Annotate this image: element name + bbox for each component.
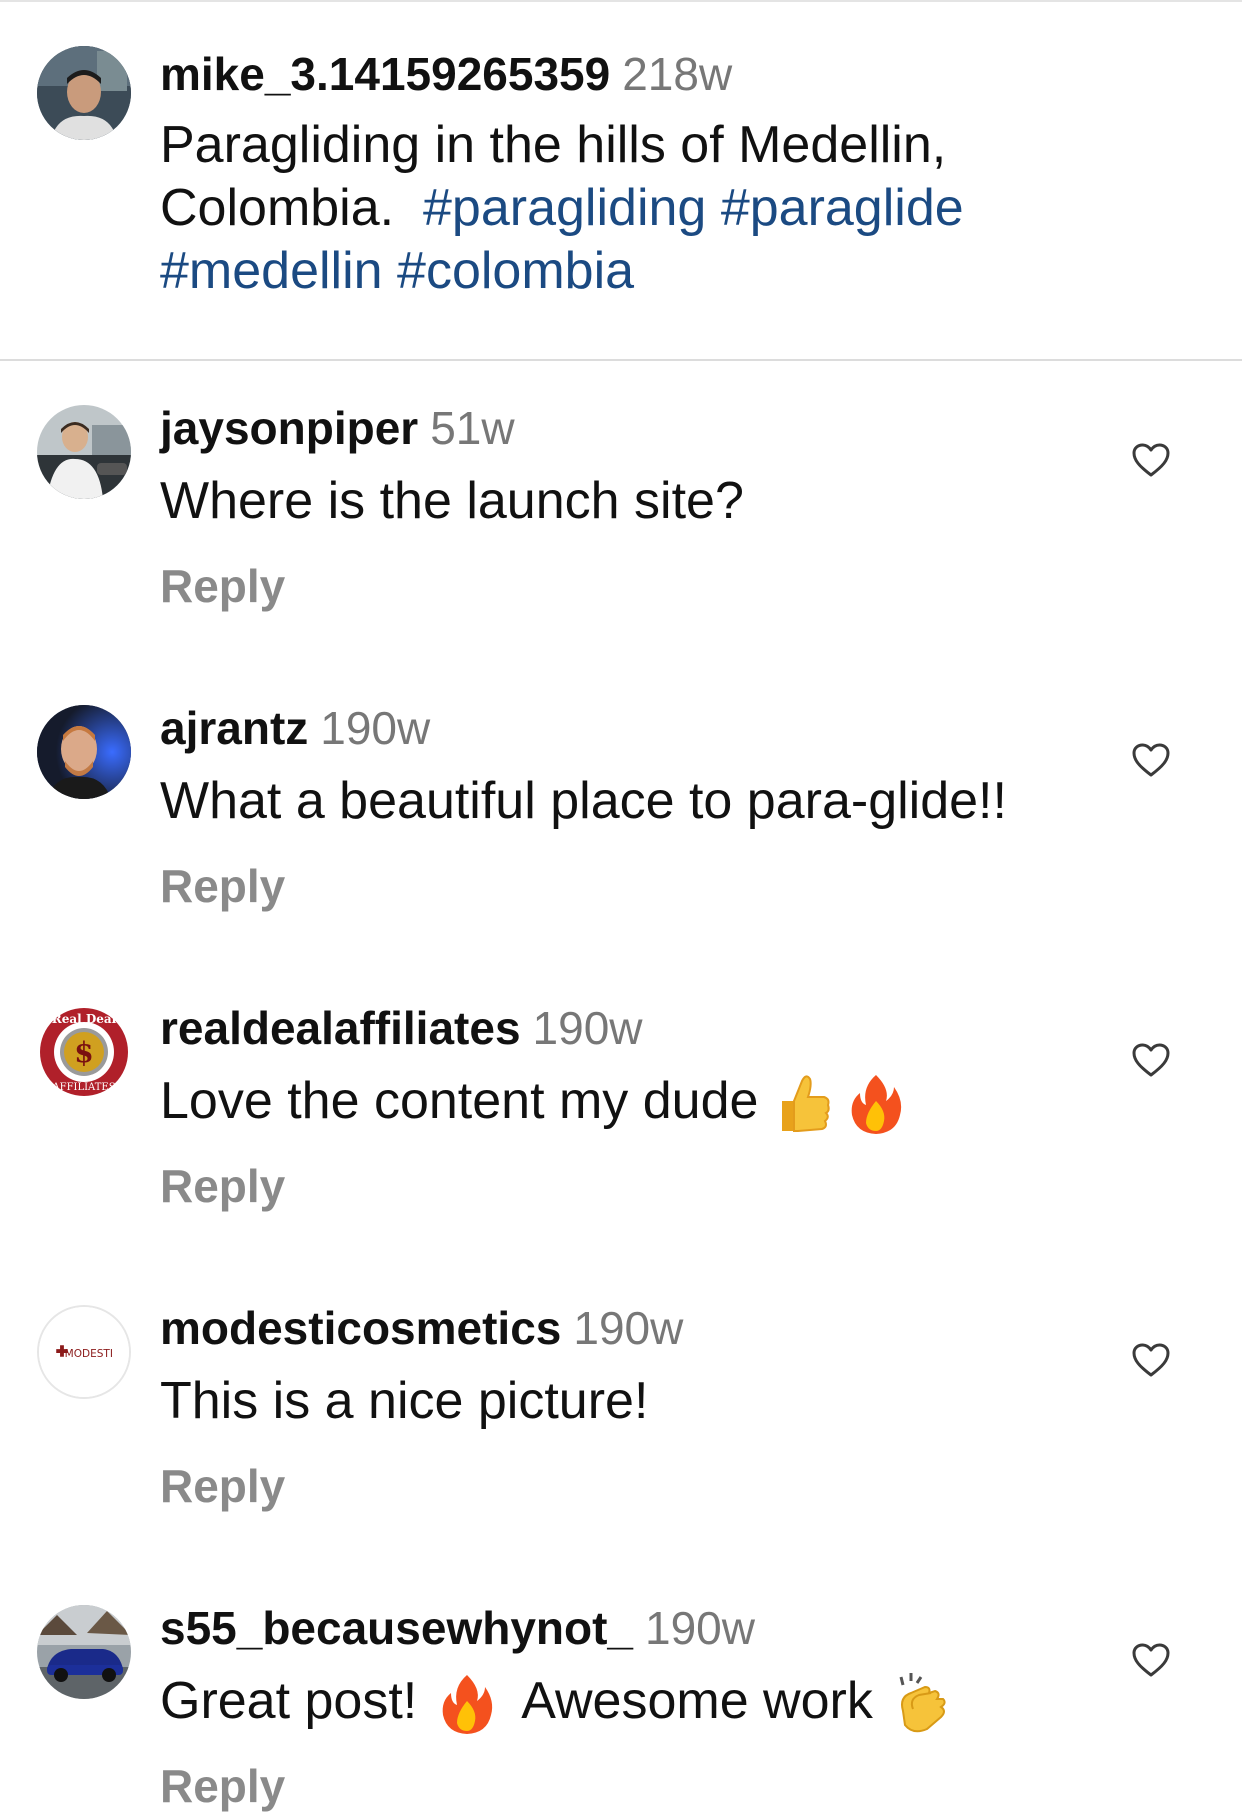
comment-item: $ Real Deal AFFILIATES realdealaffiliate… xyxy=(0,1000,1242,1300)
reply-button[interactable]: Reply xyxy=(160,558,285,614)
hashtag-link[interactable]: #paragliding xyxy=(423,179,706,237)
svg-text:AFFILIATES: AFFILIATES xyxy=(51,1082,115,1093)
reply-button[interactable]: Reply xyxy=(160,858,285,914)
comment-username[interactable]: jaysonpiper xyxy=(160,402,418,454)
comment-username[interactable]: modesticosmetics xyxy=(160,1302,561,1354)
avatar-photo-icon xyxy=(37,46,131,140)
avatar[interactable]: $ Real Deal AFFILIATES xyxy=(37,1005,131,1099)
like-heart-icon[interactable] xyxy=(1131,442,1171,478)
comment-time: 51w xyxy=(430,402,515,454)
comment-header: s55_becausewhynot_ 190w xyxy=(160,1600,755,1656)
comment-item: jaysonpiper 51w Where is the launch site?… xyxy=(0,400,1242,700)
avatar[interactable]: MODESTI xyxy=(37,1305,131,1399)
comment-text-content: Love the content my dude xyxy=(160,1072,759,1130)
hashtag-link[interactable]: #colombia xyxy=(397,242,634,300)
avatar-photo-icon xyxy=(37,705,131,799)
caption-header: mike_3.14159265359 218w xyxy=(160,46,732,102)
like-heart-icon[interactable] xyxy=(1131,1642,1171,1678)
fire-icon xyxy=(437,1671,497,1737)
comment-item: ajrantz 190w What a beautiful place to pa… xyxy=(0,700,1242,1000)
svg-text:MODESTI: MODESTI xyxy=(65,1348,113,1360)
modesti-logo-icon: MODESTI xyxy=(39,1307,129,1397)
like-heart-icon[interactable] xyxy=(1131,1042,1171,1078)
comment-header: jaysonpiper 51w xyxy=(160,400,515,456)
comment-time: 190w xyxy=(532,1002,643,1054)
avatar[interactable] xyxy=(37,46,131,140)
comment-item: s55_becausewhynot_ 190w Great post! Aweso… xyxy=(0,1600,1242,1814)
comment-text: Where is the launch site? xyxy=(160,472,744,530)
caption-text-line2: Colombia. #paragliding #paraglide xyxy=(160,177,964,240)
comment-text: This is a nice picture! xyxy=(160,1372,649,1430)
svg-text:Real Deal: Real Deal xyxy=(52,1012,117,1026)
comment-username[interactable]: realdealaffiliates xyxy=(160,1002,521,1054)
comment-text: Great post! Awesome work xyxy=(160,1670,951,1737)
comment-header: realdealaffiliates 190w xyxy=(160,1000,643,1056)
caption-username[interactable]: mike_3.14159265359 xyxy=(160,48,610,100)
avatar[interactable] xyxy=(37,1605,131,1699)
comment-text-part1: Great post! xyxy=(160,1672,418,1730)
post-caption: mike_3.14159265359 218w Paragliding in th… xyxy=(0,0,1242,360)
hashtag-link[interactable]: #medellin xyxy=(160,242,383,300)
caption-text-plain: Colombia. xyxy=(160,179,395,237)
reply-button[interactable]: Reply xyxy=(160,1158,285,1214)
comment-text-part2: Awesome work xyxy=(521,1672,873,1730)
comment-username[interactable]: ajrantz xyxy=(160,702,308,754)
avatar[interactable] xyxy=(37,405,131,499)
comment-header: modesticosmetics 190w xyxy=(160,1300,683,1356)
comment-text: Love the content my dude xyxy=(160,1070,906,1137)
reply-button[interactable]: Reply xyxy=(160,1758,285,1814)
caption-time: 218w xyxy=(622,48,733,100)
svg-text:$: $ xyxy=(74,1036,93,1069)
thumbs-up-icon xyxy=(772,1071,832,1137)
clapping-hands-icon xyxy=(891,1671,951,1737)
hashtag-link[interactable]: #paraglide xyxy=(721,179,964,237)
comment-time: 190w xyxy=(645,1602,755,1654)
like-heart-icon[interactable] xyxy=(1131,1342,1171,1378)
reply-button[interactable]: Reply xyxy=(160,1458,285,1514)
comment-text: What a beautiful place to para-glide!! xyxy=(160,772,1007,830)
comment-username[interactable]: s55_becausewhynot_ xyxy=(160,1602,633,1654)
caption-divider xyxy=(0,359,1242,361)
comment-header: ajrantz 190w xyxy=(160,700,430,756)
comment-time: 190w xyxy=(320,702,431,754)
comment-item: MODESTI modesticosmetics 190w This is a n… xyxy=(0,1300,1242,1600)
avatar-photo-icon xyxy=(37,405,131,499)
comment-time: 190w xyxy=(573,1302,684,1354)
fire-icon xyxy=(846,1071,906,1137)
car-photo-icon xyxy=(37,1605,131,1699)
like-heart-icon[interactable] xyxy=(1131,742,1171,778)
avatar[interactable] xyxy=(37,705,131,799)
real-deal-logo-icon: $ Real Deal AFFILIATES xyxy=(38,1006,130,1098)
caption-text-line1: Paragliding in the hills of Medellin, xyxy=(160,116,947,174)
caption-text-line3: #medellin #colombia xyxy=(160,240,634,303)
